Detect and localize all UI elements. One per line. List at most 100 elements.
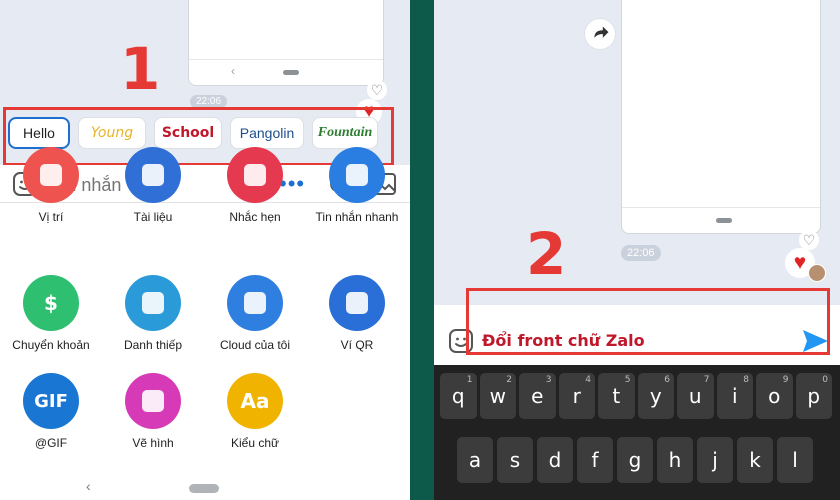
key-s[interactable]: s [497,437,533,483]
key-label: u [688,384,702,408]
feature-tile-danh-thi-p[interactable]: Danh thiếp [102,275,204,352]
feature-label: Tài liệu [133,210,173,224]
feature-tile-nh-c-h-n[interactable]: Nhắc hẹn [204,147,306,224]
heart-outline-icon[interactable]: ♡ [367,80,387,100]
key-hint: 7 [703,375,710,385]
key-u[interactable]: u7 [677,373,714,419]
key-hint: 4 [585,375,591,385]
key-j[interactable]: j [697,437,733,483]
key-f[interactable]: f [577,437,613,483]
key-l[interactable]: l [777,437,813,483]
key-label: r [572,384,581,408]
key-label: e [531,384,544,408]
key-label: p [807,384,821,408]
message-nav-bar [622,207,820,233]
key-label: h [668,448,682,472]
key-o[interactable]: o9 [756,373,793,419]
key-hint: 8 [743,375,749,385]
key-e[interactable]: e3 [519,373,556,419]
key-p[interactable]: p0 [795,373,832,419]
feature-icon [329,147,385,203]
feature-icon-shape [346,292,368,314]
key-label: w [489,384,506,408]
key-i[interactable]: i8 [716,373,753,419]
feature-icon: $ [23,275,79,331]
feature-label: Kiểu chữ [230,436,280,450]
heart-outline-icon[interactable]: ♡ [799,230,819,250]
feature-icon [125,275,181,331]
home-pill-icon[interactable] [189,484,219,493]
feature-icon-glyph: GIF [34,390,68,412]
step-number-2: 2 [526,220,567,288]
key-k[interactable]: k [737,437,773,483]
feature-icon [329,275,385,331]
key-label: q [451,384,465,408]
feature-tile-cloud-c-a-t-i[interactable]: Cloud của tôi [204,275,306,352]
avatar [808,264,826,282]
feature-tile-tin-nh-n-nhanh[interactable]: Tin nhắn nhanh [306,147,408,224]
feature-label: Vị trí [38,210,64,224]
key-label: y [649,384,662,408]
feature-icon-shape [346,164,368,186]
feature-icon [125,147,181,203]
key-label: s [509,448,521,472]
feature-label: Chuyển khoản [12,338,90,352]
feature-icon [23,147,79,203]
message-nav-bar: ‹ [189,59,383,85]
feature-icon-shape [40,164,62,186]
key-label: t [612,384,621,408]
highlight-box-input [466,288,830,355]
feature-icon-shape [244,164,266,186]
key-h[interactable]: h [657,437,693,483]
feature-icon-shape [142,292,164,314]
key-hint: 9 [782,375,789,385]
on-screen-keyboard: q1w2e3r4t5y6u7i8o9p0 asdfghjkl [434,365,840,500]
keyboard-row-1: q1w2e3r4t5y6u7i8o9p0 [434,373,840,419]
key-label: k [749,448,761,472]
feature-icon: Aa [227,373,283,429]
feature-tile-v-tr-[interactable]: Vị trí [0,147,102,224]
key-g[interactable]: g [617,437,653,483]
key-d[interactable]: d [537,437,573,483]
keyboard-row-2: a s d fgh j kl [434,437,840,483]
back-chevron-icon[interactable]: ‹ [86,478,91,494]
feature-tile-@gif[interactable]: GIF @GIF [0,373,102,450]
key-r[interactable]: r4 [558,373,595,419]
feature-icon-shape [142,390,164,412]
feature-icon [227,275,283,331]
forward-share-icon[interactable] [584,18,616,50]
home-pill-icon [283,70,299,75]
feature-label: Vẽ hình [132,436,174,450]
key-label: j [712,448,718,472]
feature-tile-v-qr[interactable]: Ví QR [306,275,408,352]
feature-label: Nhắc hẹn [229,210,281,224]
feature-tile-chuy-n-kho-n[interactable]: $ Chuyển khoản [0,275,102,352]
key-label: o [768,384,781,408]
feature-icon: GIF [23,373,79,429]
feature-tile-t-i-li-u[interactable]: Tài liệu [102,147,204,224]
left-screenshot: ‹ 22:06 ♡ ♥ Hello Young School Pangolin Foun… [0,0,410,500]
feature-label: Ví QR [340,338,374,352]
shared-screenshot-message[interactable] [621,0,821,234]
feature-tile-v-h-nh[interactable]: Vẽ hình [102,373,204,450]
key-label: d [548,448,562,472]
chevron-left-icon: ‹ [231,64,235,78]
shared-screenshot-message[interactable]: ‹ [188,0,384,86]
feature-label: @GIF [34,436,68,450]
feature-label: Tin nhắn nhanh [315,210,399,224]
key-label: a [468,448,482,472]
key-y[interactable]: y6 [637,373,674,419]
feature-icon [227,147,283,203]
feature-grid: Vị trí Tài liệu Nhắc hẹn Tin nhắn nhanh $ Chu… [0,147,410,478]
home-pill-icon [716,218,732,223]
key-a[interactable]: a [457,437,493,483]
panel-divider [410,0,434,500]
key-label: f [591,448,599,472]
key-w[interactable]: w2 [479,373,516,419]
feature-tile-ki-u-ch-[interactable]: Aa Kiểu chữ [204,373,306,450]
feature-icon-shape [244,292,266,314]
key-hint: 2 [506,375,512,385]
key-q[interactable]: q1 [440,373,477,419]
feature-label: Cloud của tôi [219,338,291,352]
key-t[interactable]: t5 [598,373,635,419]
